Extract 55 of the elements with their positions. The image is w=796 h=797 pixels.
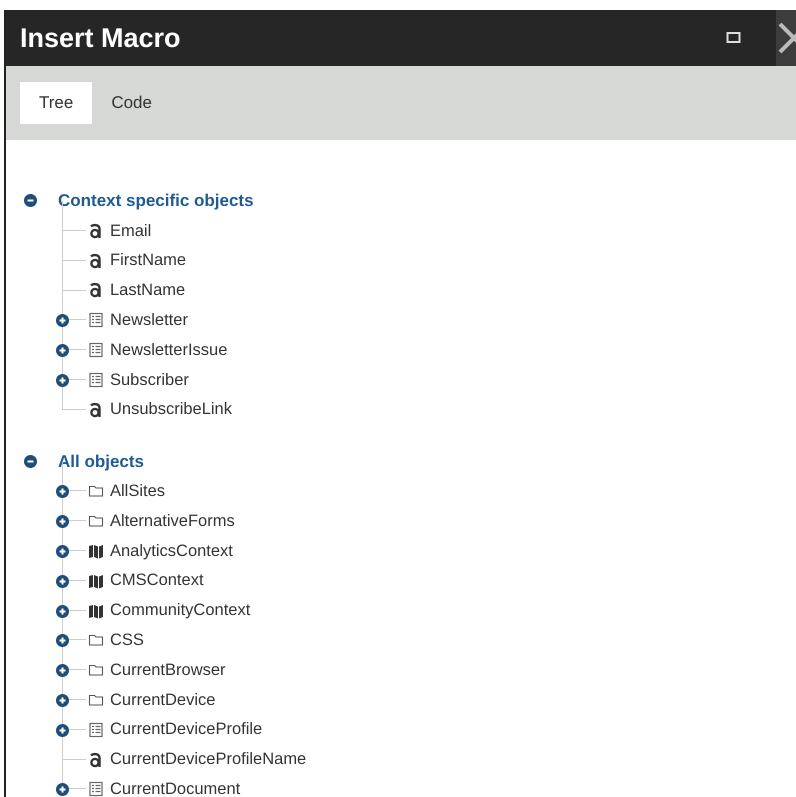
list-icon bbox=[88, 722, 104, 738]
tree-item-label[interactable]: CSS bbox=[110, 628, 144, 653]
tree-item-label[interactable]: CommunityContext bbox=[110, 598, 250, 624]
tree-item-label[interactable]: LastName bbox=[110, 278, 186, 303]
expand-icon[interactable] bbox=[56, 314, 69, 328]
collapse-icon[interactable] bbox=[24, 194, 38, 208]
list-icon bbox=[88, 342, 104, 358]
close-button[interactable] bbox=[776, 10, 796, 66]
expand-icon[interactable] bbox=[56, 783, 69, 796]
tree-item-label[interactable]: Subscriber bbox=[110, 368, 189, 392]
map-icon bbox=[88, 572, 104, 589]
expand-icon[interactable] bbox=[56, 344, 69, 358]
tree-group-label[interactable]: All objects bbox=[58, 448, 144, 474]
tree-item-label[interactable]: FirstName bbox=[110, 248, 186, 274]
expand-icon[interactable] bbox=[56, 545, 69, 558]
collapse-icon[interactable] bbox=[24, 454, 38, 469]
list-icon bbox=[88, 781, 104, 797]
expand-icon[interactable] bbox=[56, 634, 69, 648]
folder-icon bbox=[88, 483, 104, 500]
expand-icon[interactable] bbox=[56, 724, 69, 737]
list-icon bbox=[88, 372, 104, 388]
tree-group-label[interactable]: Context specific objects bbox=[58, 188, 254, 214]
expand-icon[interactable] bbox=[56, 694, 69, 708]
window-title: Insert Macro bbox=[19, 22, 182, 55]
folder-icon bbox=[88, 632, 104, 648]
expand-icon[interactable] bbox=[56, 374, 69, 387]
folder-icon bbox=[88, 692, 104, 708]
expand-icon[interactable] bbox=[56, 515, 69, 528]
tree-item-label[interactable]: CurrentDevice bbox=[110, 688, 216, 712]
expand-icon[interactable] bbox=[56, 664, 69, 678]
expand-icon[interactable] bbox=[56, 485, 69, 498]
tree-item-label[interactable]: CurrentBrowser bbox=[110, 658, 226, 683]
tree-item-label[interactable]: Newsletter bbox=[110, 308, 188, 333]
tab[interactable]: Code bbox=[92, 82, 171, 124]
tree-line bbox=[62, 230, 86, 261]
tree-item-label[interactable]: Email bbox=[110, 218, 152, 244]
tree-item-label[interactable]: AnalyticsContext bbox=[110, 538, 233, 564]
tree-item-label[interactable]: NewsletterIssue bbox=[110, 338, 228, 362]
map-icon bbox=[88, 543, 104, 560]
folder-icon bbox=[88, 662, 104, 678]
map-icon bbox=[88, 602, 104, 619]
list-icon bbox=[88, 312, 104, 328]
tree-item-label[interactable]: CurrentDeviceProfile bbox=[110, 717, 262, 742]
maximize-button[interactable] bbox=[726, 31, 742, 45]
tree-item-label[interactable]: CurrentDocument bbox=[110, 777, 240, 797]
folder-icon bbox=[88, 513, 104, 530]
tab[interactable]: Tree bbox=[20, 82, 92, 124]
tree-item-label[interactable]: UnsubscribeLink bbox=[110, 397, 232, 422]
expand-icon[interactable] bbox=[56, 604, 69, 618]
tree-item-label[interactable]: CurrentDeviceProfileName bbox=[110, 747, 306, 772]
tree-line bbox=[62, 260, 86, 290]
expand-icon[interactable] bbox=[56, 574, 69, 588]
tree-item-label[interactable]: AllSites bbox=[110, 479, 166, 504]
tree-item-label[interactable]: AlternativeForms bbox=[110, 508, 235, 534]
tree-item-label[interactable]: CMSContext bbox=[110, 568, 204, 594]
